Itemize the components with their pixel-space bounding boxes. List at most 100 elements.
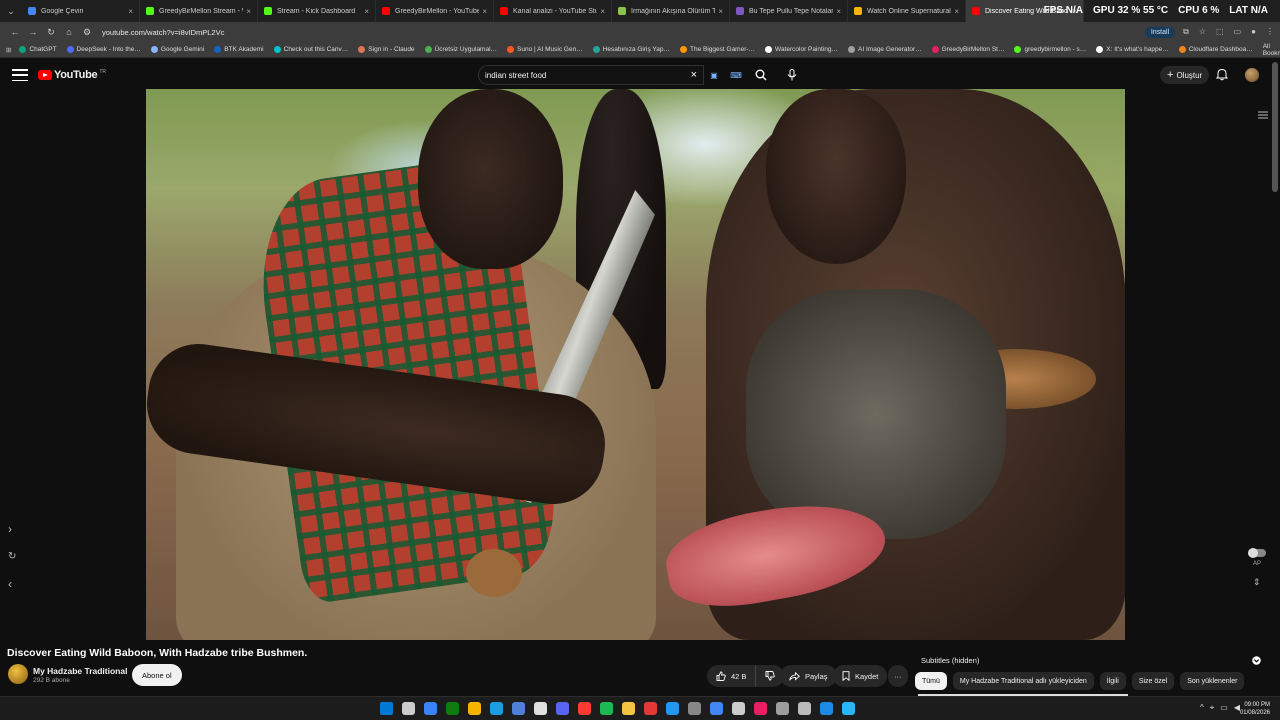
bookmark-item[interactable]: Suno | AI Music Gen… <box>507 46 583 53</box>
taskbar-app-icon[interactable] <box>776 702 789 715</box>
home-icon[interactable]: ⌂ <box>60 27 78 37</box>
filter-chip[interactable]: İlgili <box>1099 672 1126 690</box>
back-icon[interactable]: ← <box>6 27 24 37</box>
image-search-icon[interactable]: ▣ <box>710 71 718 80</box>
all-bookmarks-button[interactable]: All Bookmarks <box>1263 43 1280 57</box>
channel-avatar[interactable] <box>8 664 28 684</box>
bookmark-item[interactable]: DeepSeek - Into the… <box>66 46 141 53</box>
create-button[interactable]: + Oluştur <box>1160 66 1210 84</box>
browser-tab[interactable]: GreedyBirMellon - YouTube × <box>376 0 494 22</box>
channel-name[interactable]: My Hadzabe Traditional <box>33 666 127 676</box>
browser-menu-icon[interactable]: ⋮ <box>1266 27 1274 37</box>
site-info-icon[interactable]: ⚙ <box>78 27 96 38</box>
bookmark-item[interactable]: Hesabınıza Giriş Yap… <box>592 46 670 53</box>
browser-tab[interactable]: Kanal analizi - YouTube Studio× <box>494 0 612 22</box>
playlist-sort-icon[interactable]: ⇕ <box>1253 577 1261 588</box>
bookmark-item[interactable]: Ücretsiz Uygulamal… <box>424 46 497 53</box>
profile-icon[interactable]: ● <box>1251 27 1256 37</box>
tab-close-icon[interactable]: × <box>364 7 369 16</box>
filter-chip[interactable]: My Hadzabe Traditional adlı yükleyiciden <box>952 672 1094 690</box>
bookmark-item[interactable]: AI Image Generator… <box>848 46 922 53</box>
bookmark-item[interactable]: The Biggest Gamer-… <box>680 46 755 53</box>
taskbar-app-icon[interactable] <box>732 702 745 715</box>
taskbar-app-icon[interactable] <box>402 702 415 715</box>
taskbar-app-icon[interactable] <box>512 702 525 715</box>
autoplay-toggle[interactable] <box>1248 548 1266 558</box>
extensions-icon[interactable]: ⬚ <box>1216 27 1224 37</box>
taskbar-app-icon[interactable] <box>446 702 459 715</box>
taskbar-app-icon[interactable] <box>842 702 855 715</box>
filter-chip[interactable]: Size özel <box>1131 672 1175 690</box>
taskbar-app-icon[interactable] <box>710 702 723 715</box>
guide-menu-icon[interactable] <box>12 69 28 81</box>
taskbar-app-icon[interactable] <box>644 702 657 715</box>
search-input[interactable]: indian street food × <box>478 65 704 85</box>
taskbar-app-icon[interactable] <box>490 702 503 715</box>
search-query[interactable]: indian street food <box>485 71 691 80</box>
like-button[interactable]: 42 B <box>707 665 757 687</box>
taskbar-app-icon[interactable] <box>600 702 613 715</box>
clear-search-icon[interactable]: × <box>691 69 697 81</box>
tab-close-icon[interactable]: × <box>246 7 251 16</box>
filter-chip[interactable]: Son yüklenenler <box>1180 672 1245 690</box>
youtube-logo[interactable]: YouTube TR <box>38 69 106 81</box>
replay-icon[interactable]: ↻ <box>8 551 16 562</box>
tab-search-icon[interactable]: ⌄ <box>0 0 22 22</box>
taskbar-app-icon[interactable] <box>820 702 833 715</box>
url-field[interactable]: youtube.com/watch?v=i8vIDmPL2Vc <box>102 28 1145 37</box>
bookmark-item[interactable]: GreedyBirMellon St… <box>931 46 1004 53</box>
browser-tab[interactable]: Bu Tepe Pullu Tepe Notaları | N…× <box>730 0 848 22</box>
filter-chip[interactable]: Tümü <box>915 672 947 690</box>
bookmark-item[interactable]: X: It's what's happe… <box>1096 46 1169 53</box>
tab-close-icon[interactable]: × <box>600 7 605 16</box>
browser-tab[interactable]: Watch Online Supernatural Se…× <box>848 0 966 22</box>
taskbar-app-icon[interactable] <box>798 702 811 715</box>
bookmark-item[interactable]: Sign in - Claude <box>358 46 415 53</box>
subtitles-panel-header[interactable]: Subtitles (hidden) <box>915 653 1267 667</box>
taskbar-app-icon[interactable] <box>468 702 481 715</box>
taskbar-clock[interactable]: 09:00 PM 01/08/2026 <box>1240 701 1270 717</box>
taskbar-app-icon[interactable] <box>424 702 437 715</box>
subscribe-button[interactable]: Abone ol <box>132 664 182 686</box>
bookmark-item[interactable]: greedybirmellon - s… <box>1014 46 1086 53</box>
network-icon[interactable]: ▭ <box>1220 703 1228 713</box>
more-actions-button[interactable]: ··· <box>888 665 908 687</box>
taskbar-app-icon[interactable] <box>556 702 569 715</box>
bookmark-item[interactable]: Watercolor Painting… <box>765 46 838 53</box>
bookmark-item[interactable]: Google Gemini <box>150 46 204 53</box>
tab-close-icon[interactable]: × <box>128 7 133 16</box>
share-button[interactable]: Paylaş <box>780 665 837 687</box>
tab-close-icon[interactable]: × <box>836 7 841 16</box>
notifications-button[interactable] <box>1215 68 1229 86</box>
forward-icon[interactable]: → <box>24 27 42 37</box>
video-player[interactable] <box>146 89 1125 640</box>
browser-tab[interactable]: Google Çeviri × <box>22 0 140 22</box>
bookmark-item[interactable]: Cloudflare Dashboa… <box>1178 46 1253 53</box>
bookmark-item[interactable]: BTK Akademi <box>214 46 264 53</box>
install-app-button[interactable]: Install <box>1144 26 1176 38</box>
location-icon[interactable]: ⌖ <box>1210 703 1215 713</box>
bookmark-item[interactable]: Check out this Canv… <box>273 46 348 53</box>
tray-chevron-icon[interactable]: ^ <box>1200 703 1204 713</box>
sidepanel-icon[interactable]: ▭ <box>1234 27 1242 37</box>
taskbar-app-icon[interactable] <box>578 702 591 715</box>
expand-chevron-icon[interactable]: › <box>8 522 12 536</box>
browser-tab[interactable]: Stream - Kick Dashboard × <box>258 0 376 22</box>
tab-close-icon[interactable]: × <box>482 7 487 16</box>
browser-tab[interactable]: GreedyBirMellon Stream - Wa…× <box>140 0 258 22</box>
chevron-down-icon[interactable] <box>1252 655 1261 665</box>
taskbar-app-icon[interactable] <box>754 702 767 715</box>
taskbar-app-icon[interactable] <box>688 702 701 715</box>
save-button[interactable]: Kaydet <box>833 665 888 687</box>
tab-close-icon[interactable]: × <box>718 7 723 16</box>
taskbar-app-icon[interactable] <box>666 702 679 715</box>
account-avatar[interactable] <box>1245 68 1259 82</box>
chat-panel-icon[interactable] <box>1257 110 1269 120</box>
bookmark-item[interactable]: ChatGPT <box>19 46 57 53</box>
page-scrollbar[interactable] <box>1272 62 1278 192</box>
tab-close-icon[interactable]: × <box>954 7 959 16</box>
search-button[interactable] <box>748 65 774 85</box>
apps-grid-icon[interactable]: ⊞ <box>6 46 11 54</box>
taskbar-app-icon[interactable] <box>622 702 635 715</box>
start-menu-icon[interactable] <box>380 702 393 715</box>
